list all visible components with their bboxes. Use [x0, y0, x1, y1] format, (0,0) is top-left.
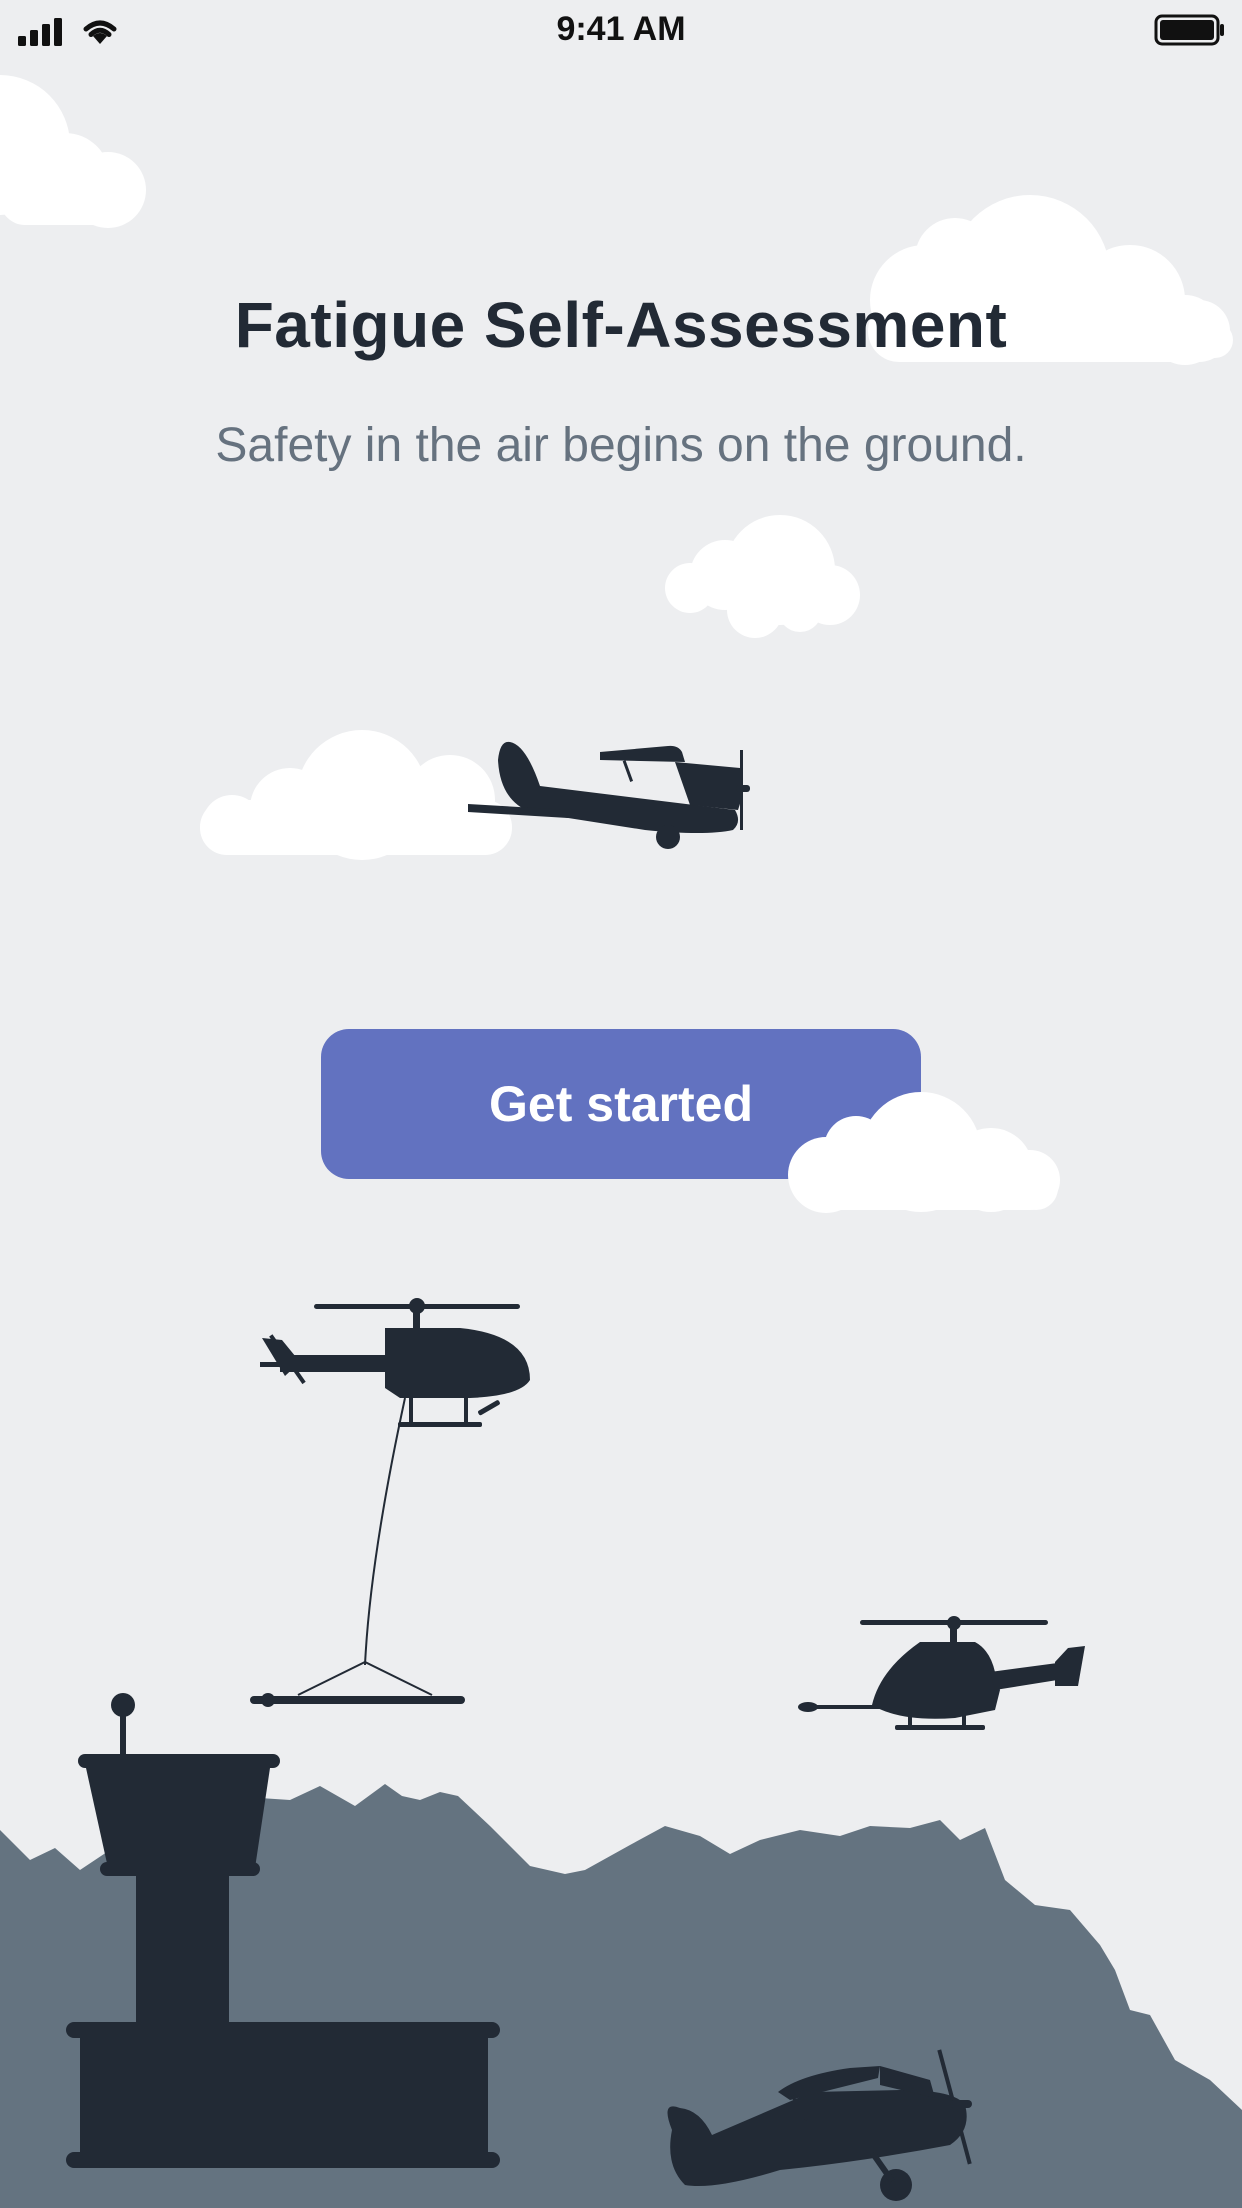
helicopter-left [260, 1298, 530, 1427]
helicopter-right [798, 1616, 1085, 1730]
page-title: Fatigue Self-Assessment [234, 289, 1008, 361]
cloud-left [200, 730, 512, 860]
sling-bridle [297, 1660, 433, 1696]
cloud-top-left [0, 75, 146, 228]
sling-line [364, 1397, 406, 1666]
status-time: 9:41 AM [556, 10, 686, 48]
page-subtitle: Safety in the air begins on the ground. [215, 419, 1027, 472]
status-bar: 9:41 AM [0, 0, 1242, 60]
sling-load [250, 1696, 465, 1704]
battery-icon [1154, 14, 1224, 46]
cloud-middle [665, 515, 860, 638]
cloud-over-button [788, 1092, 1060, 1213]
